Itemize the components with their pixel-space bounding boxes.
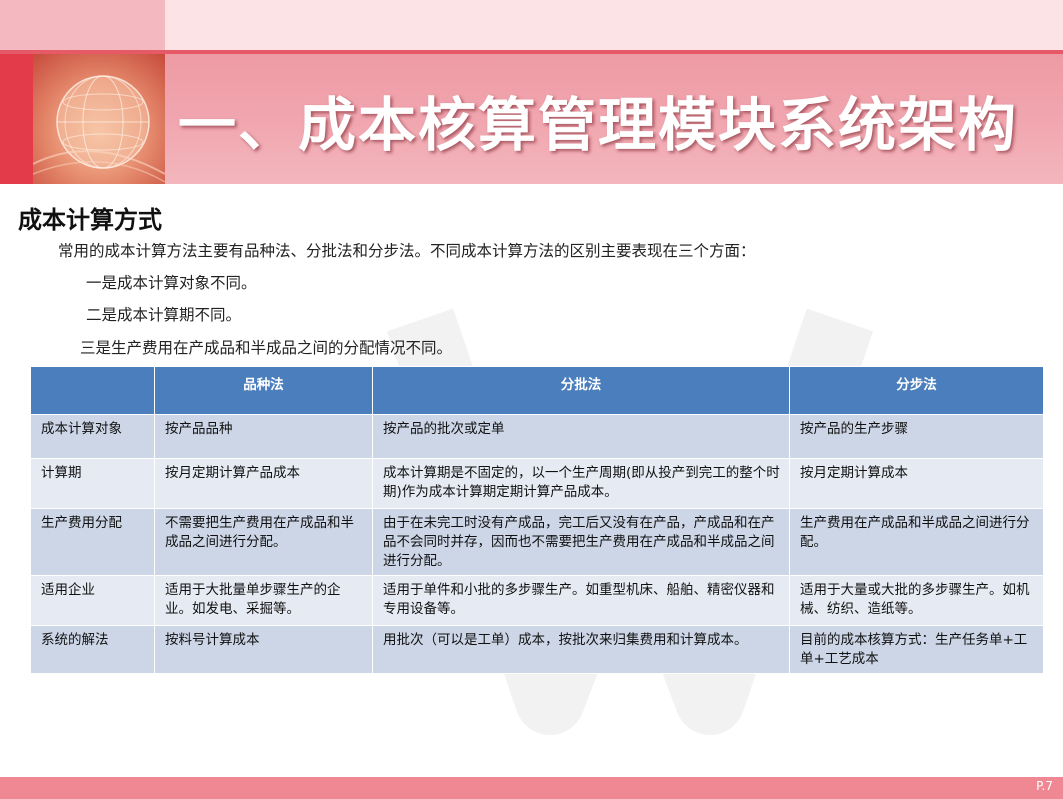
table-cell: 用批次（可以是工单）成本，按批次来归集费用和计算成本。 — [372, 625, 790, 674]
table-cell: 生产费用在产成品和半成品之间进行分配。 — [789, 508, 1044, 576]
point-3: 三是生产费用在产成品和半成品之间的分配情况不同。 — [80, 339, 453, 357]
table-cell: 由于在未完工时没有产成品，完工后又没有在产品，产成品和在产品不会同时并存，因而也… — [372, 508, 790, 576]
table-cell: 计算期 — [30, 458, 155, 509]
comparison-table: 品种法 分批法 分步法 成本计算对象 按产品品种 按产品的批次或定单 按产品的生… — [30, 366, 1044, 674]
table-header-row: 品种法 分批法 分步法 — [30, 366, 1044, 415]
table-cell: 系统的解法 — [30, 625, 155, 674]
table-row: 系统的解法 按料号计算成本 用批次（可以是工单）成本，按批次来归集费用和计算成本… — [30, 625, 1044, 674]
table-cell: 适用企业 — [30, 575, 155, 626]
table-header-cell: 分步法 — [789, 366, 1044, 415]
table-row: 生产费用分配 不需要把生产费用在产成品和半成品之间进行分配。 由于在未完工时没有… — [30, 508, 1044, 576]
section-title: 成本计算方式 — [18, 205, 162, 234]
table-row: 成本计算对象 按产品品种 按产品的批次或定单 按产品的生产步骤 — [30, 414, 1044, 459]
table-header-cell: 品种法 — [154, 366, 373, 415]
top-strip-accent — [0, 0, 165, 50]
table-cell: 按产品的批次或定单 — [372, 414, 790, 459]
table-header-cell — [30, 366, 155, 415]
intro-text: 常用的成本计算方法主要有品种法、分批法和分步法。不同成本计算方法的区别主要表现在… — [58, 242, 756, 260]
table-cell: 按月定期计算成本 — [789, 458, 1044, 509]
point-1: 一是成本计算对象不同。 — [86, 274, 257, 292]
table-cell: 目前的成本核算方式：生产任务单+工单+工艺成本 — [789, 625, 1044, 674]
page-number: P.7 — [1036, 779, 1053, 793]
table-cell: 不需要把生产费用在产成品和半成品之间进行分配。 — [154, 508, 373, 576]
table-cell: 按产品品种 — [154, 414, 373, 459]
table-cell: 按料号计算成本 — [154, 625, 373, 674]
table-cell: 成本计算期是不固定的，以一个生产周期(即从投产到完工的整个时期)作为成本计算期定… — [372, 458, 790, 509]
table-row: 适用企业 适用于大批量单步骤生产的企业。如发电、采掘等。 适用于单件和小批的多步… — [30, 575, 1044, 626]
footer-bar: P.7 — [0, 777, 1063, 799]
table-cell: 按产品的生产步骤 — [789, 414, 1044, 459]
table-header-cell: 分批法 — [372, 366, 790, 415]
table-cell: 按月定期计算产品成本 — [154, 458, 373, 509]
point-2: 二是成本计算期不同。 — [86, 306, 242, 324]
table-cell: 成本计算对象 — [30, 414, 155, 459]
globe-icon — [33, 54, 165, 184]
table-cell: 适用于单件和小批的多步骤生产。如重型机床、船舶、精密仪器和专用设备等。 — [372, 575, 790, 626]
table-cell: 生产费用分配 — [30, 508, 155, 576]
table-cell: 适用于大批量单步骤生产的企业。如发电、采掘等。 — [154, 575, 373, 626]
table-cell: 适用于大量或大批的多步骤生产。如机械、纺织、造纸等。 — [789, 575, 1044, 626]
table-row: 计算期 按月定期计算产品成本 成本计算期是不固定的，以一个生产周期(即从投产到完… — [30, 458, 1044, 509]
page-title: 一、成本核算管理模块系统架构 — [178, 91, 1019, 159]
header-red-block — [0, 54, 33, 184]
